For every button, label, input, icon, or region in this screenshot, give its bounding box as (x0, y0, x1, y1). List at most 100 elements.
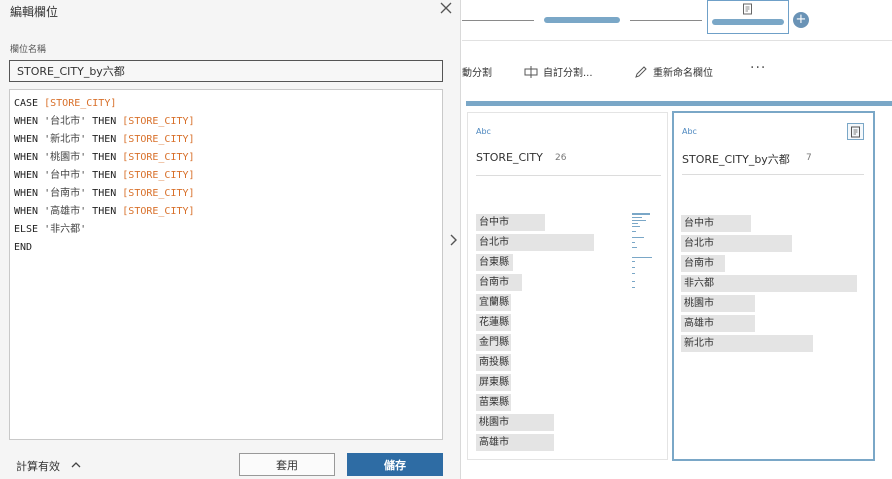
value-label: 台東縣 (479, 257, 509, 268)
keyword: THEN (86, 152, 123, 163)
chevron-up-icon[interactable] (70, 459, 82, 471)
auto-split-button[interactable]: 動分割 (462, 64, 492, 79)
more-options-button[interactable]: ··· (750, 60, 766, 76)
field-name: STORE_CITY_by六都 (682, 153, 790, 166)
value-label: 高雄市 (479, 437, 509, 448)
flow-connector (462, 20, 534, 21)
value-item[interactable]: 高雄市 (476, 434, 600, 451)
keyword: THEN (86, 134, 123, 145)
value-label: 高雄市 (684, 318, 714, 329)
apply-button[interactable]: 套用 (239, 453, 335, 476)
rename-field-button[interactable]: 重新命名欄位 (634, 64, 713, 79)
value-item[interactable]: 台東縣 (476, 254, 600, 271)
split-icon (524, 65, 538, 78)
custom-split-button[interactable]: 自訂分割... (524, 64, 593, 79)
flow-connector (630, 20, 702, 21)
keyword: WHEN (14, 152, 45, 163)
value-item[interactable]: 台南市 (476, 274, 600, 291)
value-label: 南投縣 (479, 357, 509, 368)
value-item[interactable]: 南投縣 (476, 354, 600, 371)
value-label: 台南市 (684, 258, 714, 269)
flow-pane (462, 0, 892, 41)
add-step-icon[interactable]: + (793, 12, 809, 28)
auto-split-label: 動分割 (462, 68, 492, 79)
code-line: WHEN '高雄市' THEN [STORE_CITY] (14, 203, 438, 221)
string-literal: '桃園市' (44, 152, 87, 163)
divider (476, 175, 661, 176)
value-label: 台南市 (479, 277, 509, 288)
profile-header-bar (466, 101, 892, 106)
code-line: WHEN '新北市' THEN [STORE_CITY] (14, 131, 438, 149)
calculation-icon[interactable] (847, 123, 864, 140)
keyword: WHEN (14, 116, 45, 127)
string-literal: '新北市' (44, 134, 87, 145)
value-item[interactable]: 桃園市 (476, 414, 600, 431)
save-button[interactable]: 儲存 (347, 453, 443, 476)
value-item[interactable]: 非六都 (681, 275, 857, 292)
value-item[interactable]: 台南市 (681, 255, 857, 272)
code-line: WHEN '台中市' THEN [STORE_CITY] (14, 167, 438, 185)
field-name-input[interactable] (9, 60, 443, 82)
flow-step[interactable] (544, 17, 620, 23)
chevron-right-icon[interactable] (447, 232, 459, 248)
value-scroll-overview[interactable] (632, 211, 656, 291)
custom-split-label: 自訂分割... (543, 68, 593, 79)
code-line: WHEN '台南市' THEN [STORE_CITY] (14, 185, 438, 203)
value-item[interactable]: 高雄市 (681, 315, 857, 332)
pencil-icon (635, 65, 647, 78)
keyword: THEN (86, 116, 123, 127)
value-label: 台中市 (684, 218, 714, 229)
value-label: 屏東縣 (479, 377, 509, 388)
value-item[interactable]: 金門縣 (476, 334, 600, 351)
value-item[interactable]: 台北市 (476, 234, 600, 251)
value-label: 台中市 (479, 217, 509, 228)
field-reference: [STORE_CITY] (122, 206, 195, 217)
value-item[interactable]: 桃園市 (681, 295, 857, 312)
string-literal: '台南市' (44, 188, 87, 199)
field-reference: [STORE_CITY] (122, 170, 195, 181)
field-reference: [STORE_CITY] (122, 116, 195, 127)
value-label: 苗栗縣 (479, 397, 509, 408)
distinct-count: 7 (806, 153, 812, 163)
string-literal: '台北市' (44, 116, 87, 127)
close-icon[interactable] (437, 0, 455, 18)
string-literal: '非六都' (44, 224, 87, 235)
value-item[interactable]: 花蓮縣 (476, 314, 600, 331)
value-item[interactable]: 台中市 (681, 215, 857, 232)
keyword: THEN (86, 188, 123, 199)
field-card-store-city-by6[interactable]: Abc STORE_CITY_by六都 7 台中市 台北市 台南市 非六都 桃園市 高雄市… (672, 111, 875, 461)
value-label: 桃園市 (684, 298, 714, 309)
field-reference: [STORE_CITY] (122, 188, 195, 199)
value-label: 台北市 (479, 237, 509, 248)
value-item[interactable]: 台北市 (681, 235, 857, 252)
keyword: WHEN (14, 188, 45, 199)
edit-field-dialog: 編輯欄位 欄位名稱 CASE [STORE_CITY]WHEN '台北市' TH… (0, 0, 461, 479)
rename-field-label: 重新命名欄位 (653, 68, 713, 79)
keyword: END (14, 242, 33, 253)
value-item[interactable]: 台中市 (476, 214, 600, 231)
field-name-label: 欄位名稱 (10, 45, 47, 55)
keyword: THEN (86, 170, 123, 181)
field-name: STORE_CITY (476, 151, 543, 164)
code-line: WHEN '台北市' THEN [STORE_CITY] (14, 113, 438, 131)
value-item[interactable]: 苗栗縣 (476, 394, 600, 411)
flow-step-selected[interactable] (707, 0, 789, 34)
profile-toolbar: 動分割 自訂分割... 重新命名欄位 (462, 56, 892, 90)
keyword: WHEN (14, 170, 45, 181)
keyword: THEN (86, 206, 123, 217)
divider (682, 174, 864, 175)
calculation-icon (743, 3, 752, 15)
flow-step-bar (712, 19, 784, 25)
keyword: WHEN (14, 134, 45, 145)
value-item[interactable]: 新北市 (681, 335, 857, 352)
value-item[interactable]: 宜蘭縣 (476, 294, 600, 311)
keyword: ELSE (14, 224, 45, 235)
distinct-count: 26 (555, 153, 567, 163)
code-line: END (14, 239, 438, 257)
calculation-editor[interactable]: CASE [STORE_CITY] WHEN '台北市' THEN [STORE_… (9, 89, 443, 440)
value-item[interactable]: 屏東縣 (476, 374, 600, 391)
value-label: 宜蘭縣 (479, 297, 509, 308)
value-label: 非六都 (684, 278, 714, 289)
value-label: 花蓮縣 (479, 317, 509, 328)
value-label: 台北市 (684, 238, 714, 249)
